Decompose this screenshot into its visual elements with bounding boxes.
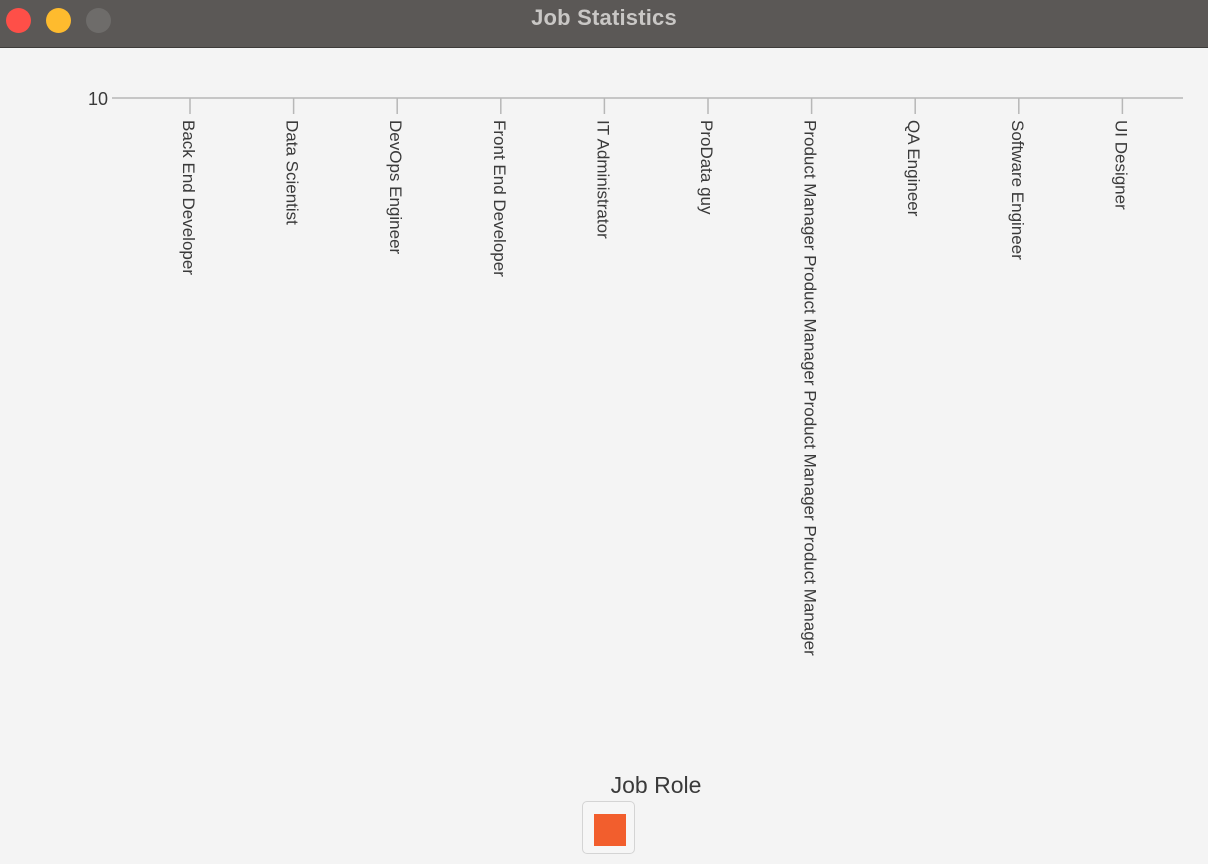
- x-tick-label: Product Manager Product Manager Product …: [801, 120, 820, 656]
- x-tick-label: QA Engineer: [904, 120, 923, 217]
- bar-chart: 10 Back End Developer Data Scientist DevOps…: [88, 89, 1183, 798]
- legend-swatch: [594, 814, 626, 846]
- x-tick-label: DevOps Engineer: [386, 120, 405, 255]
- y-tick-label: 10: [88, 89, 108, 109]
- window-title: Job Statistics: [531, 5, 677, 30]
- x-tick-label: UI Designer: [1111, 120, 1130, 210]
- legend-label: Job Role: [611, 772, 702, 798]
- x-tick-label: Data Scientist: [283, 120, 302, 225]
- x-tick-label: IT Administrator: [593, 120, 612, 239]
- legend-item[interactable]: [582, 801, 635, 854]
- app-window: Job Statistics 10 Back End Developer Data …: [0, 0, 1208, 864]
- title-bar[interactable]: Job Statistics: [0, 0, 1208, 48]
- x-tick-label: Front End Developer: [490, 120, 509, 277]
- x-tick-label: ProData guy: [697, 120, 716, 215]
- x-tick-label: Software Engineer: [1008, 120, 1027, 260]
- x-tick-label: Back End Developer: [179, 120, 198, 275]
- chart-area: 10 Back End Developer Data Scientist DevOps…: [0, 48, 1208, 864]
